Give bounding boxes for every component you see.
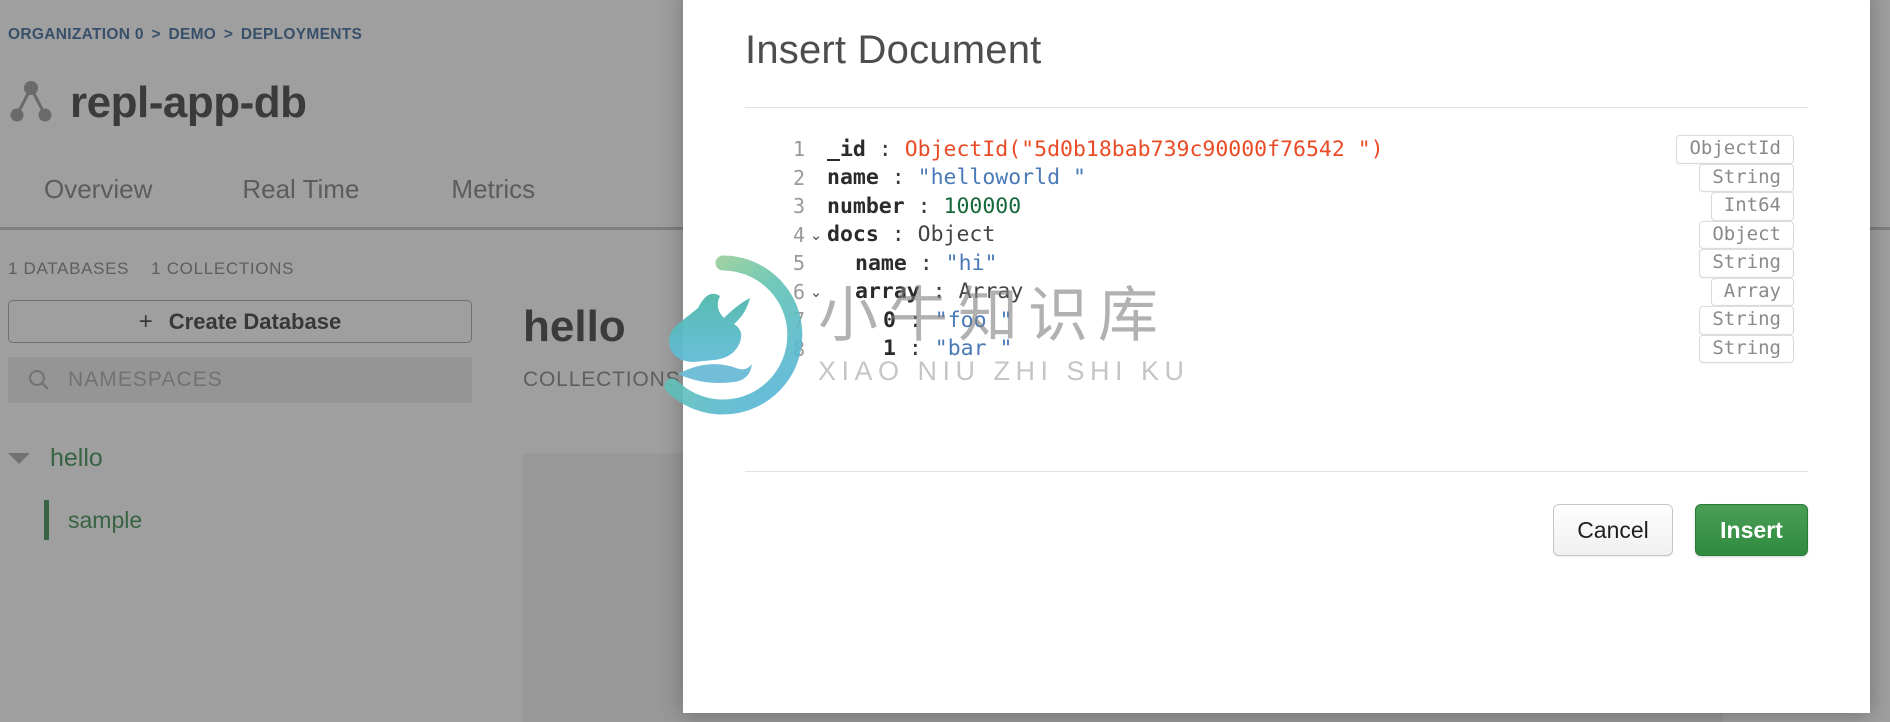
editor-line-content: number : 100000 Int64 xyxy=(827,192,1808,221)
type-badge[interactable]: String xyxy=(1699,334,1794,363)
line-number: 7 xyxy=(792,308,805,333)
type-badge-wrapper: Object xyxy=(1594,220,1794,249)
field-separator: : xyxy=(919,279,959,305)
modal-footer: Cancel Insert xyxy=(745,495,1808,565)
type-badge[interactable]: String xyxy=(1699,306,1794,335)
type-badge[interactable]: String xyxy=(1699,163,1794,192)
chevron-down-icon[interactable]: ⌄ xyxy=(805,283,827,301)
editor-line-content: name : "hi" String xyxy=(827,249,1808,278)
field-value[interactable]: ObjectId("5d0b18bab739c90000f76542 ") xyxy=(905,137,1384,162)
type-badge-wrapper: String xyxy=(1594,163,1794,192)
line-number: 8 xyxy=(792,336,805,361)
field-separator: : xyxy=(906,250,946,276)
modal-divider-top xyxy=(745,107,1808,108)
type-badge[interactable]: ObjectId xyxy=(1676,135,1794,164)
field-value[interactable]: "bar " xyxy=(935,336,1013,361)
line-number: 2 xyxy=(792,165,805,190)
editor-row[interactable]: 5 name : "hi" String xyxy=(745,249,1808,278)
type-badge[interactable]: String xyxy=(1699,249,1794,278)
editor-line-content: 1 : "bar " String xyxy=(827,334,1808,363)
type-badge-wrapper: Int64 xyxy=(1594,192,1794,221)
editor-row[interactable]: 4 ⌄ docs : Object Object xyxy=(745,220,1808,250)
field-key[interactable]: name xyxy=(827,165,879,190)
field-separator: : xyxy=(904,193,944,219)
field-value[interactable]: "hi" xyxy=(946,251,998,276)
cancel-button[interactable]: Cancel xyxy=(1553,504,1673,556)
field-key[interactable]: name xyxy=(855,251,907,276)
editor-row[interactable]: 2 name : "helloworld " String xyxy=(745,163,1808,193)
field-key[interactable]: 1 xyxy=(883,336,896,361)
editor-row[interactable]: 8 1 : "bar " String xyxy=(745,334,1808,364)
field-key[interactable]: docs xyxy=(827,222,879,247)
line-number: 4 xyxy=(792,222,805,247)
field-value[interactable]: Object xyxy=(918,222,996,247)
editor-row[interactable]: 6 ⌄ array : Array Array xyxy=(745,277,1808,307)
editor-line-content: 0 : "foo " String xyxy=(827,306,1808,335)
field-key[interactable]: _id xyxy=(827,137,866,162)
editor-line-content: docs : Object Object xyxy=(827,220,1808,249)
type-badge-wrapper: ObjectId xyxy=(1594,135,1794,164)
editor-line-content: _id : ObjectId("5d0b18bab739c90000f76542… xyxy=(827,135,1808,164)
editor-line-content: name : "helloworld " String xyxy=(827,163,1808,192)
field-value[interactable]: "foo " xyxy=(935,308,1013,333)
editor-row[interactable]: 7 0 : "foo " String xyxy=(745,306,1808,335)
type-badge[interactable]: Array xyxy=(1710,277,1794,306)
line-number: 5 xyxy=(792,251,805,276)
field-separator: : xyxy=(895,307,935,333)
type-badge-wrapper: String xyxy=(1594,306,1794,335)
field-value[interactable]: "helloworld " xyxy=(918,165,1086,190)
field-key[interactable]: array xyxy=(855,279,920,304)
editor-row[interactable]: 3 number : 100000 Int64 xyxy=(745,192,1808,221)
editor-line-content: array : Array Array xyxy=(827,277,1808,306)
field-key[interactable]: 0 xyxy=(883,308,896,333)
field-separator: : xyxy=(878,165,918,191)
field-key[interactable]: number xyxy=(827,194,905,219)
type-badge-wrapper: Array xyxy=(1594,277,1794,306)
field-separator: : xyxy=(895,336,935,362)
field-value[interactable]: 100000 xyxy=(944,194,1022,219)
chevron-down-icon[interactable]: ⌄ xyxy=(805,226,827,244)
screen: ORGANIZATION 0 > DEMO > DEPLOYMENTS repl… xyxy=(0,0,1890,722)
field-value[interactable]: Array xyxy=(959,279,1024,304)
line-number: 1 xyxy=(792,137,805,162)
insert-button[interactable]: Insert xyxy=(1695,504,1808,556)
line-number: 6 xyxy=(792,279,805,304)
type-badge[interactable]: Object xyxy=(1699,220,1794,249)
modal-divider-bottom xyxy=(745,471,1808,472)
type-badge-wrapper: String xyxy=(1594,249,1794,278)
line-number: 3 xyxy=(792,194,805,219)
editor-row[interactable]: 1 _id : ObjectId("5d0b18bab739c90000f7654… xyxy=(745,135,1808,164)
type-badge[interactable]: Int64 xyxy=(1710,192,1794,221)
type-badge-wrapper: String xyxy=(1594,334,1794,363)
field-separator: : xyxy=(878,222,918,248)
modal-title: Insert Document xyxy=(745,28,1042,72)
document-editor[interactable]: 1 _id : ObjectId("5d0b18bab739c90000f7654… xyxy=(745,135,1808,455)
field-separator: : xyxy=(865,136,905,162)
insert-document-modal: Insert Document 1 _id : ObjectId("5d0b18b… xyxy=(683,0,1870,713)
